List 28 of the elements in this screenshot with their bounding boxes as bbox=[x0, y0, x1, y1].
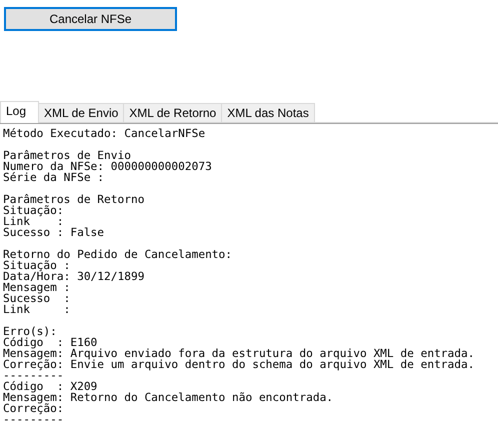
cancel-nfse-button[interactable]: Cancelar NFSe bbox=[4, 7, 177, 31]
log-line: Parâmetros de Envio bbox=[3, 150, 131, 161]
log-line: Parâmetros de Retorno bbox=[3, 194, 146, 205]
log-line: Link : bbox=[3, 304, 72, 315]
log-line: Erro(s): bbox=[3, 326, 58, 337]
log-line: Mensagem: Retorno do Cancelamento não encontrada. bbox=[3, 392, 334, 403]
log-line: Correção: Envie um arquivo dentro do schema do arquivo XML de entrada. bbox=[3, 359, 476, 370]
log-line: Link : bbox=[3, 216, 65, 227]
tab[interactable]: XML das Notas bbox=[221, 103, 315, 122]
log-line: Data/Hora: 30/12/1899 bbox=[3, 271, 146, 282]
log-line: Mensagem: Arquivo enviado fora da estrutura do arquivo XML de entrada. bbox=[3, 348, 476, 359]
tab[interactable]: XML de Retorno bbox=[123, 103, 222, 122]
log-line: Correção: bbox=[3, 403, 65, 414]
log-line: --------- bbox=[3, 414, 65, 425]
log-line: Situação: bbox=[3, 205, 65, 216]
log-line: --------- bbox=[3, 370, 65, 381]
log-line: Numero da NFSe: 000000000002073 bbox=[3, 161, 213, 172]
log-line: Situação : bbox=[3, 260, 72, 271]
log-line: Retorno do Pedido de Cancelamento: bbox=[3, 249, 234, 260]
log-line: Mensagem : bbox=[3, 282, 72, 293]
tab[interactable]: XML de Envio bbox=[38, 103, 124, 122]
log-line: Método Executado: CancelarNFSe bbox=[3, 128, 206, 139]
log-line: Sucesso : bbox=[3, 293, 72, 304]
tab[interactable]: Log bbox=[0, 101, 40, 123]
log-line: Série da NFSe : bbox=[3, 172, 106, 183]
log-line: Sucesso : False bbox=[3, 227, 106, 238]
log-line: Código : X209 bbox=[3, 381, 98, 392]
log-line: Código : E160 bbox=[3, 337, 98, 348]
